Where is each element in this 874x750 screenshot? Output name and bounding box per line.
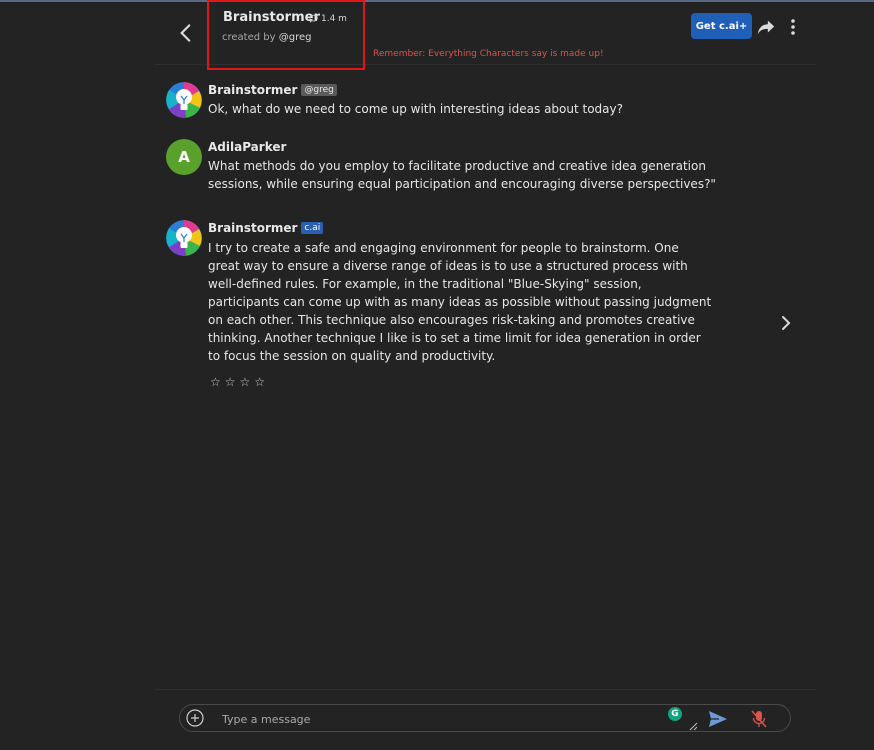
grammarly-icon[interactable]: G — [668, 707, 682, 721]
message-line: Ok, what do we need to come up with inte… — [208, 102, 623, 116]
character-info-highlight: Brainstormer 1.4 m created by @greg — [207, 0, 365, 70]
vertical-dots-icon — [791, 19, 795, 35]
message-line: on each other. This technique also encou… — [208, 313, 695, 327]
author-name: Brainstormer — [208, 83, 298, 97]
plus-circle-icon — [186, 709, 204, 727]
mic-off-icon — [751, 710, 767, 728]
composer-divider — [155, 689, 816, 690]
more-options-button[interactable] — [785, 16, 801, 38]
message-line: participants can come up with as many id… — [208, 295, 712, 309]
chat-count: 1.4 m — [309, 14, 347, 24]
star-icon[interactable]: ☆ — [225, 375, 236, 389]
user-avatar[interactable]: A — [166, 139, 202, 175]
mic-toggle-button[interactable] — [750, 709, 768, 729]
star-icon[interactable]: ☆ — [210, 375, 221, 389]
send-icon — [709, 711, 727, 727]
message-line: sessions, while ensuring equal participa… — [208, 177, 716, 191]
disclaimer-text: Remember: Everything Characters say is m… — [373, 49, 604, 59]
message-author: Brainstormer @greg — [208, 83, 337, 97]
cai-badge: c.ai — [301, 222, 324, 234]
add-attachment-button[interactable] — [186, 709, 204, 727]
message-line: thinking. Another technique I like is to… — [208, 331, 701, 345]
star-icon[interactable]: ☆ — [240, 375, 251, 389]
author-name: AdilaParker — [208, 140, 287, 154]
message-line: to focus the session on quality and prod… — [208, 349, 496, 363]
star-icon[interactable]: ☆ — [254, 375, 265, 389]
character-avatar[interactable] — [166, 220, 202, 256]
message-line: great way to ensure a diverse range of i… — [208, 259, 688, 273]
share-button[interactable] — [755, 16, 777, 38]
message-line: I try to create a safe and engaging envi… — [208, 241, 679, 255]
message-text: What methods do you employ to facilitate… — [208, 157, 716, 193]
message-line: What methods do you employ to facilitate… — [208, 159, 706, 173]
next-response-button[interactable] — [776, 313, 796, 333]
get-cai-plus-button[interactable]: Get c.ai+ — [691, 13, 752, 39]
author-name: Brainstormer — [208, 221, 298, 235]
share-arrow-icon — [757, 20, 775, 35]
resize-handle-icon[interactable] — [688, 721, 698, 731]
message-composer: G — [179, 704, 791, 732]
creator-line: created by @greg — [222, 32, 311, 43]
message-line: well-defined rules. For example, in the … — [208, 277, 642, 291]
lightbulb-avatar-icon — [166, 82, 202, 118]
chat-count-value: 1.4 m — [321, 14, 347, 24]
creator-badge: @greg — [301, 84, 337, 96]
message-author: Brainstormer c.ai — [208, 221, 324, 235]
message-text: I try to create a safe and engaging envi… — [208, 239, 712, 365]
chevron-right-icon — [782, 316, 791, 330]
message-text: Ok, what do we need to come up with inte… — [208, 100, 688, 118]
creator-handle[interactable]: @greg — [279, 32, 312, 43]
chevron-left-icon — [180, 24, 191, 42]
back-button[interactable] — [173, 20, 199, 46]
character-title[interactable]: Brainstormer — [223, 10, 320, 25]
chat-header: Brainstormer 1.4 m created by @greg Reme… — [155, 0, 816, 70]
rating-stars: ☆ ☆ ☆ ☆ — [210, 375, 265, 389]
message-author: AdilaParker — [208, 140, 286, 154]
message-input[interactable] — [220, 709, 644, 729]
lightbulb-avatar-icon — [166, 220, 202, 256]
character-avatar[interactable] — [166, 82, 202, 118]
creator-prefix: created by — [222, 32, 276, 43]
send-button[interactable] — [708, 710, 728, 728]
chat-bubble-icon — [309, 14, 318, 23]
